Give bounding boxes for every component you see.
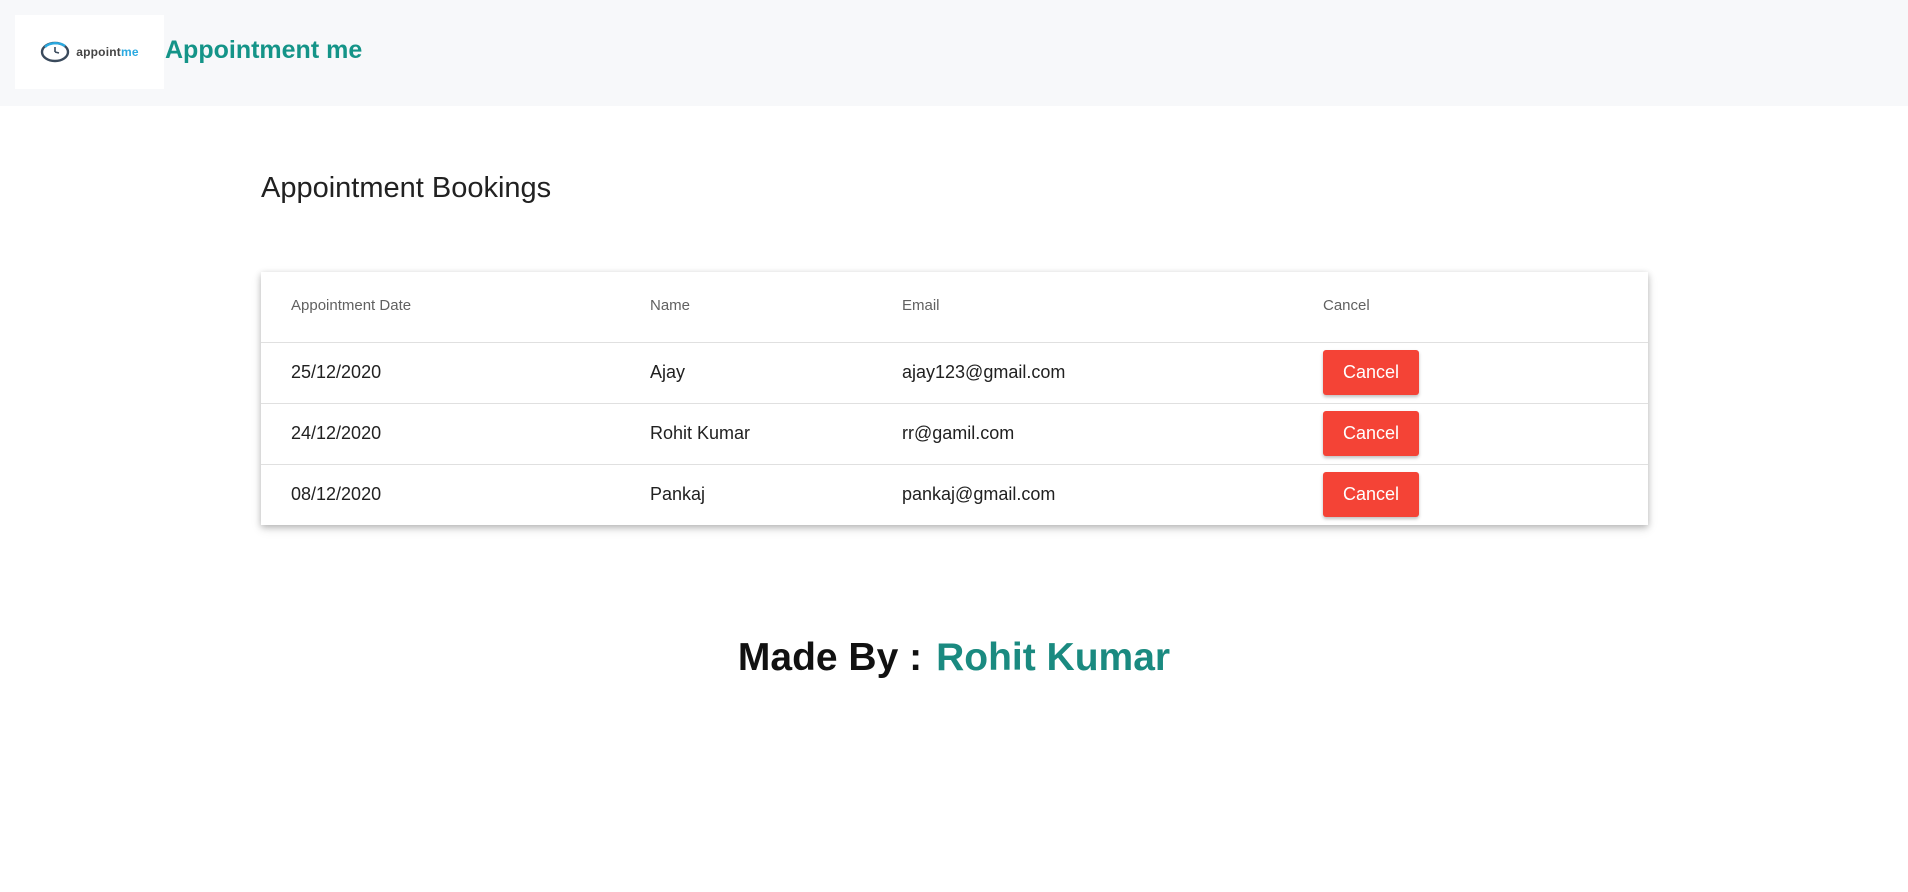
cell-name: Rohit Kumar	[650, 423, 751, 443]
author-name: Rohit Kumar	[936, 636, 1171, 679]
cell-date: 08/12/2020	[291, 484, 382, 504]
page-title: Appointment Bookings	[261, 172, 552, 204]
logo-text-accent: me	[120, 45, 139, 59]
brand-logo[interactable]: appointme	[15, 15, 164, 89]
cell-name: Ajay	[650, 362, 686, 382]
bookings-table: Appointment Date Name Email Cancel 25/12…	[261, 272, 1648, 525]
logo-mark: appointme	[40, 41, 139, 63]
navbar: appointme Appointment me	[0, 0, 1908, 106]
column-header-email: Email	[902, 297, 940, 314]
brand-title[interactable]: Appointment me	[165, 36, 362, 65]
table-header: Appointment Date Name Email Cancel	[261, 272, 1648, 343]
cell-email: pankaj@gmail.com	[902, 484, 1056, 504]
column-header-date: Appointment Date	[291, 297, 412, 314]
cell-email: rr@gamil.com	[902, 423, 1015, 443]
table-row: 24/12/2020 Rohit Kumar rr@gamil.com Canc…	[261, 404, 1648, 465]
cancel-button[interactable]: Cancel	[1323, 472, 1419, 517]
cancel-button[interactable]: Cancel	[1323, 350, 1419, 395]
table-row: 08/12/2020 Pankaj pankaj@gmail.com Cance…	[261, 465, 1648, 525]
column-header-cancel: Cancel	[1323, 297, 1370, 314]
clock-icon	[41, 41, 70, 63]
made-by-label: Made By :	[737, 636, 923, 679]
logo-wordmark: appointme	[76, 45, 138, 59]
logo-text-main: appoint	[76, 45, 121, 59]
table-row: 25/12/2020 Ajay ajay123@gmail.com Cancel	[261, 343, 1648, 404]
column-header-name: Name	[650, 297, 691, 314]
cell-name: Pankaj	[650, 484, 706, 504]
footer-credit: Made By : Rohit Kumar	[0, 636, 1908, 680]
cell-date: 25/12/2020	[291, 362, 382, 382]
cancel-button[interactable]: Cancel	[1323, 411, 1419, 456]
cell-email: ajay123@gmail.com	[902, 362, 1066, 382]
cell-date: 24/12/2020	[291, 423, 382, 443]
